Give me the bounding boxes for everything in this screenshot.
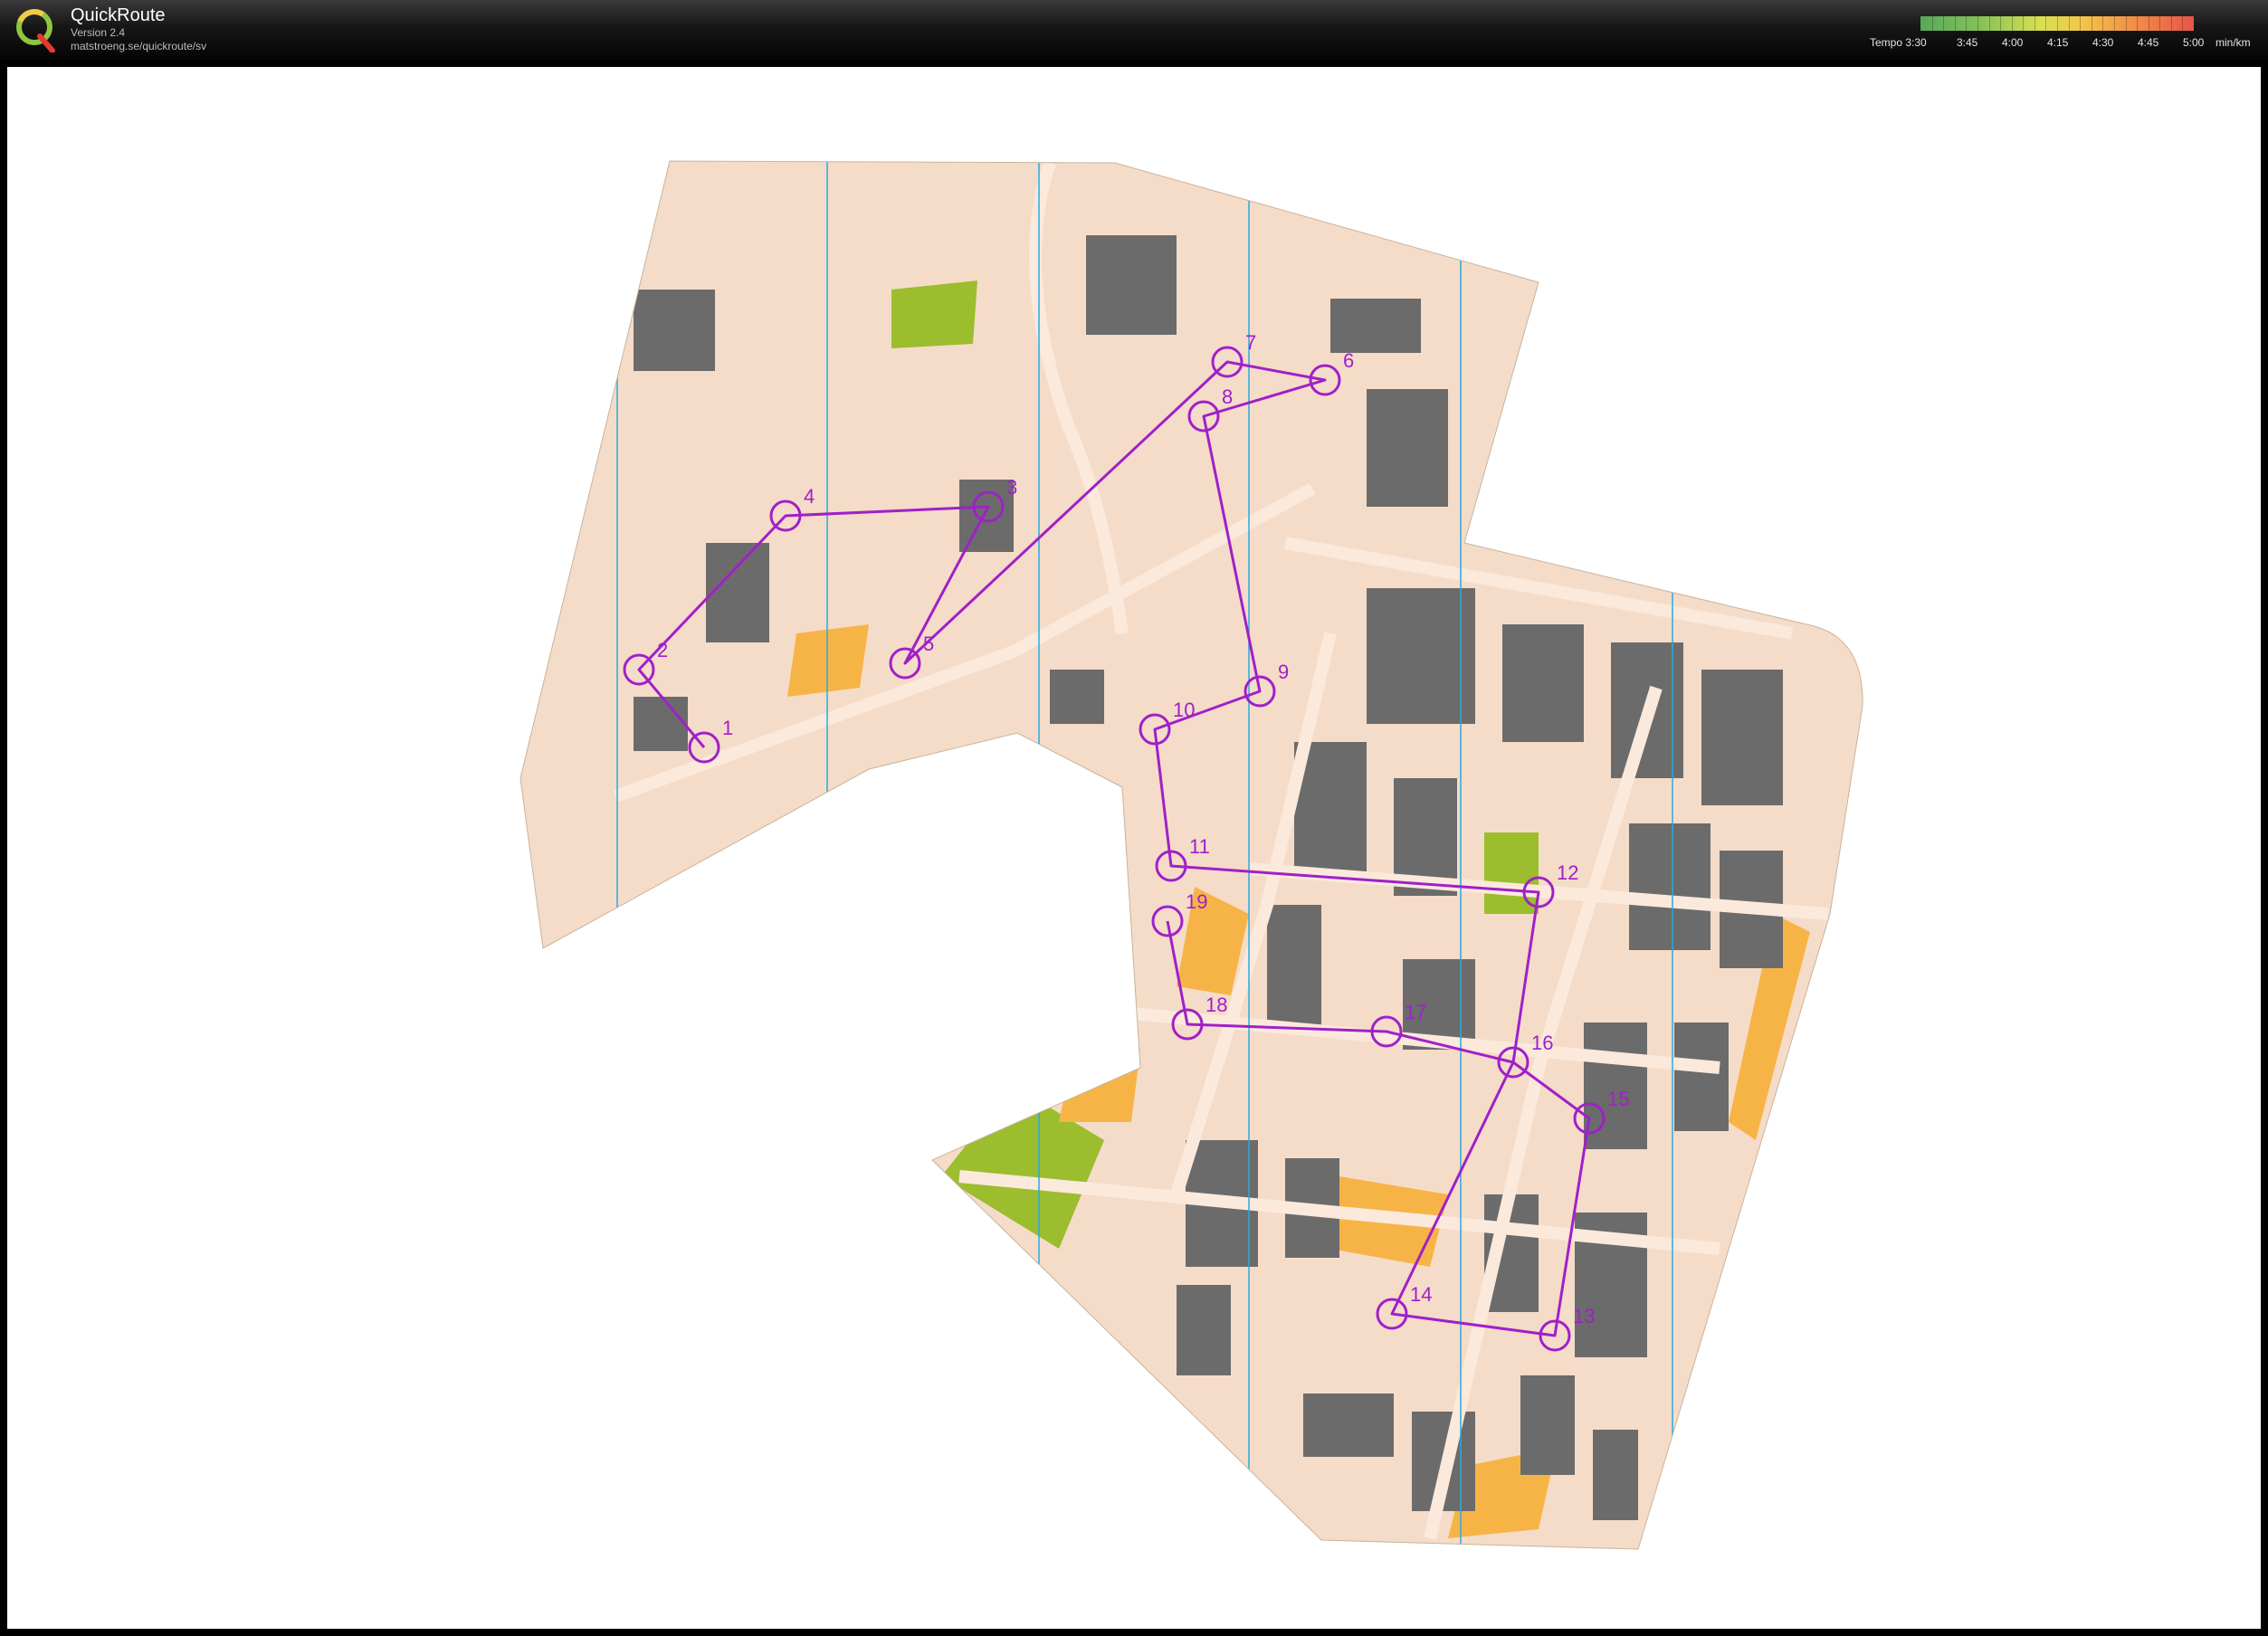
control-number: 18 bbox=[1205, 994, 1227, 1016]
control-number: 1 bbox=[722, 717, 733, 739]
tempo-tick: 5:00 bbox=[2183, 36, 2205, 49]
control-number: 14 bbox=[1410, 1283, 1432, 1306]
app-version: Version 2.4 bbox=[71, 26, 126, 39]
tempo-color-scale bbox=[1920, 16, 2194, 31]
tempo-tick: 4:00 bbox=[2002, 36, 2024, 49]
control-number: 11 bbox=[1189, 835, 1210, 858]
app-url[interactable]: matstroeng.se/quickroute/sv bbox=[71, 40, 206, 52]
tempo-tick: 4:30 bbox=[2092, 36, 2114, 49]
control-number: 16 bbox=[1531, 1032, 1553, 1054]
tempo-unit: min/km bbox=[2216, 36, 2251, 49]
control-number: 10 bbox=[1173, 699, 1195, 721]
control-number: 5 bbox=[923, 633, 934, 655]
quickroute-logo-icon bbox=[16, 9, 55, 52]
control-number: 3 bbox=[1006, 476, 1017, 499]
control-number: 19 bbox=[1186, 890, 1207, 913]
control-number: 2 bbox=[657, 639, 668, 661]
control-number: 6 bbox=[1343, 349, 1354, 372]
control-number: 8 bbox=[1222, 385, 1233, 408]
control-number: 12 bbox=[1557, 861, 1578, 884]
orienteering-map: 12345678910111213141516171819 bbox=[519, 160, 1863, 1550]
map-canvas[interactable]: 1 2 3 4 5 6 7 8 9 10 11 12 13 14 15 16 17 18 19 bbox=[7, 67, 2261, 1629]
control-number: 7 bbox=[1245, 331, 1256, 354]
control-number: 13 bbox=[1573, 1305, 1595, 1327]
app-header: QuickRoute Version 2.4 matstroeng.se/qui… bbox=[0, 0, 2268, 60]
tempo-tick: 4:45 bbox=[2138, 36, 2159, 49]
control-number: 17 bbox=[1405, 1001, 1426, 1023]
control-number: 15 bbox=[1607, 1088, 1629, 1110]
tempo-tick: 4:15 bbox=[2047, 36, 2069, 49]
app-title: QuickRoute bbox=[71, 5, 166, 25]
tempo-tick: 3:45 bbox=[1957, 36, 1978, 49]
tempo-label: Tempo 3:30 bbox=[1870, 36, 1927, 49]
control-number: 9 bbox=[1278, 661, 1289, 683]
control-number: 4 bbox=[804, 485, 815, 508]
